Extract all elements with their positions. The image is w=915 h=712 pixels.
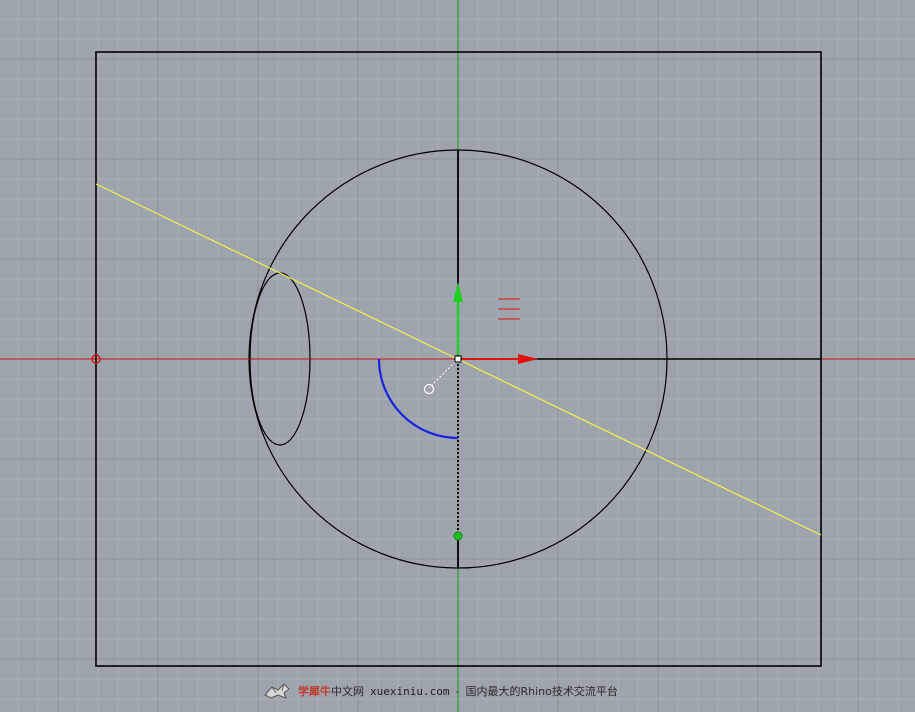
watermark-brand: 学犀牛 [298, 685, 331, 698]
quad-snap-marker[interactable] [453, 531, 463, 541]
gumball-y-arrow-icon[interactable] [453, 282, 463, 302]
dotted-radius-line [428, 358, 459, 389]
gumball-x-arrow-icon[interactable] [518, 354, 538, 364]
gumball-origin-handle[interactable] [454, 355, 462, 363]
watermark-separator: - [455, 684, 460, 698]
viewport-canvas[interactable] [0, 0, 915, 712]
watermark-tagline: 国内最大的Rhino技术交流平台 [465, 685, 618, 698]
rhino-viewport[interactable]: 学犀牛中文网 xuexiniu.com - 国内最大的Rhino技术交流平台 [0, 0, 915, 712]
gumball-widget[interactable] [453, 282, 538, 364]
watermark-site: xuexiniu.com [370, 684, 450, 698]
gumball-scale-handle-icon[interactable] [498, 298, 520, 320]
watermark: 学犀牛中文网 xuexiniu.com - 国内最大的Rhino技术交流平台 [262, 680, 618, 702]
cursor-point-marker [423, 383, 435, 395]
watermark-brand-suffix: 中文网 [331, 685, 364, 698]
logo-icon [264, 683, 290, 699]
